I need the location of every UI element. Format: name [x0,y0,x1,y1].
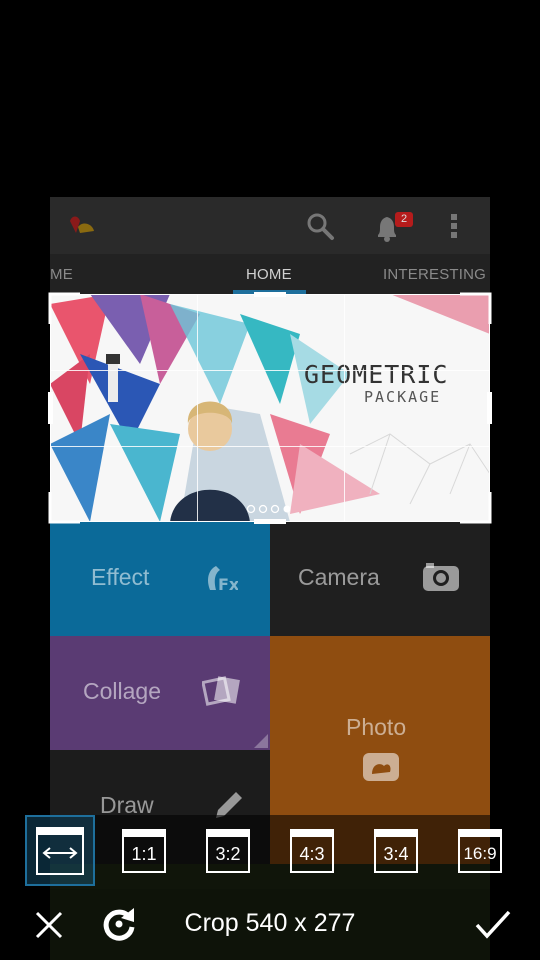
camera-icon [423,563,459,591]
check-icon[interactable] [474,907,512,941]
ratio-16-9-label: 16:9 [463,844,497,863]
camera-label: Camera [298,564,380,590]
tab-me[interactable]: ME [50,266,73,283]
app-bar: 2 [50,197,490,254]
ratio-3-2-label: 3:2 [215,843,241,864]
free-ratio-icon [36,827,84,875]
collage-icon [202,676,240,706]
app-logo-icon [70,216,94,233]
ratio-16-9-button[interactable]: 16:9 [456,827,504,875]
notification-badge: 2 [395,212,413,227]
ratio-3-2-button[interactable]: 3:2 [204,827,252,875]
corner-marker-icon [254,734,268,748]
photo-label: Photo [346,714,407,740]
effect-label: Effect [91,564,150,590]
effect-tile[interactable]: Effect Fx [50,522,270,636]
ratio-1-1-label: 1:1 [131,843,157,864]
ratio-3-4-button[interactable]: 3:4 [372,827,420,875]
ratio-4-3-button[interactable]: 4:3 [288,827,336,875]
ratio-1-1-button[interactable]: 1:1 [120,827,168,875]
overflow-menu-icon[interactable] [448,212,460,240]
tab-home[interactable]: HOME [246,266,292,283]
crop-size-label: Crop 540 x 277 [184,909,356,937]
ratio-4-3-label: 4:3 [299,843,325,864]
tab-bar: ME HOME INTERESTING [50,254,490,294]
collage-label: Collage [83,678,161,704]
ratio-3-4-label: 3:4 [383,843,409,864]
crop-handles[interactable] [46,290,494,526]
crop-action-bar: Crop 540 x 277 [0,889,540,960]
tab-interesting[interactable]: INTERESTING [383,266,486,283]
fx-icon: Fx [208,566,238,594]
collage-tile[interactable]: Collage [50,636,270,750]
photo-icon [363,753,399,781]
svg-text:Fx: Fx [218,575,238,594]
search-icon[interactable] [305,211,335,241]
ratio-free-button[interactable] [25,815,95,886]
camera-tile[interactable]: Camera [270,522,490,636]
